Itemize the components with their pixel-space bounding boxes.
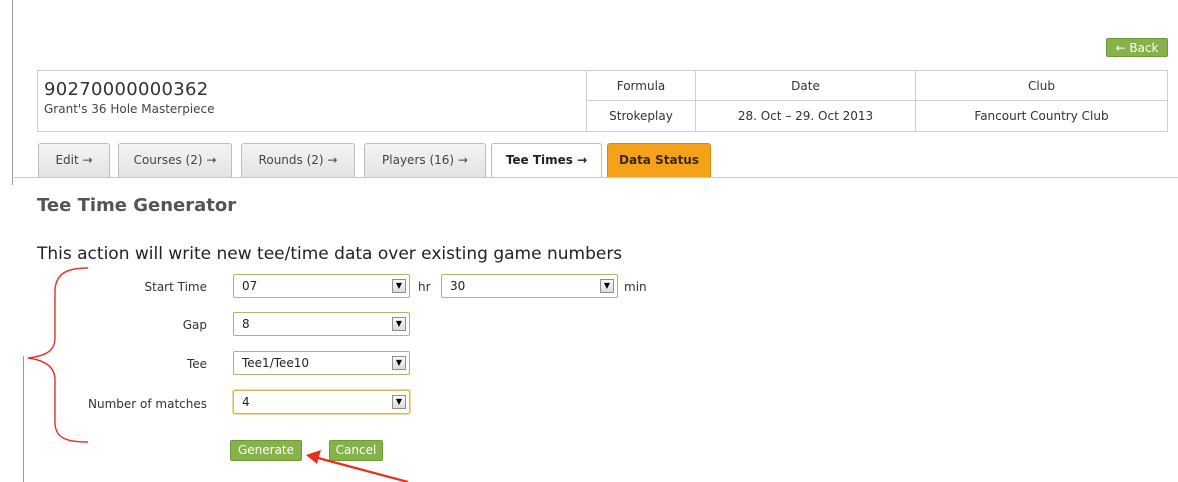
game-id: 90270000000362	[44, 79, 209, 100]
start-min-select[interactable]: 30 ▼	[441, 274, 618, 298]
formula-value: Strokeplay	[586, 100, 696, 132]
dropdown-arrow-icon[interactable]: ▼	[600, 279, 614, 293]
formula-header: Formula	[586, 70, 696, 101]
tabs-divider	[12, 177, 1178, 178]
gap-label: Gap	[182, 318, 207, 332]
dropdown-arrow-icon[interactable]: ▼	[392, 279, 406, 293]
dropdown-arrow-icon[interactable]: ▼	[392, 395, 406, 409]
tab-edit[interactable]: Edit →	[38, 143, 110, 177]
tab-rounds[interactable]: Rounds (2) →	[241, 143, 355, 177]
tab-courses[interactable]: Courses (2) →	[118, 143, 232, 177]
page-title: Tee Time Generator	[37, 195, 237, 216]
gap-value: 8	[242, 317, 250, 331]
matches-select[interactable]: 4 ▼	[233, 390, 410, 414]
tee-select[interactable]: Tee1/Tee10 ▼	[233, 351, 410, 375]
matches-label: Number of matches	[88, 397, 207, 411]
back-button[interactable]: ← Back	[1106, 38, 1168, 57]
left-border-line-lower	[23, 356, 24, 482]
annotation-brace-icon	[27, 267, 89, 443]
club-header: Club	[915, 70, 1168, 101]
cancel-button[interactable]: Cancel	[329, 440, 383, 461]
tab-data-status[interactable]: Data Status	[607, 143, 711, 177]
date-header: Date	[695, 70, 916, 101]
game-id-cell: 90270000000362 Grant's 36 Hole Masterpie…	[37, 70, 587, 132]
tab-players[interactable]: Players (16) →	[364, 143, 486, 177]
hr-unit: hr	[418, 280, 431, 294]
matches-value: 4	[242, 395, 250, 409]
start-min-value: 30	[450, 279, 466, 293]
tee-value: Tee1/Tee10	[242, 356, 310, 370]
annotation-arrow-head-icon	[306, 450, 321, 464]
dropdown-arrow-icon[interactable]: ▼	[392, 317, 406, 331]
start-time-label: Start Time	[144, 280, 208, 294]
game-name: Grant's 36 Hole Masterpiece	[44, 102, 215, 116]
game-info-table: 90270000000362 Grant's 36 Hole Masterpie…	[37, 70, 1168, 132]
left-border-line	[12, 0, 13, 185]
tab-tee-times[interactable]: Tee Times →	[491, 143, 602, 178]
start-hour-select[interactable]: 07 ▼	[233, 274, 410, 298]
gap-select[interactable]: 8 ▼	[233, 312, 410, 336]
tee-label: Tee	[186, 357, 207, 371]
dropdown-arrow-icon[interactable]: ▼	[392, 356, 406, 370]
date-value: 28. Oct – 29. Oct 2013	[695, 100, 916, 132]
generate-button[interactable]: Generate	[230, 440, 302, 461]
club-value: Fancourt Country Club	[915, 100, 1168, 132]
warning-text: This action will write new tee/time data…	[37, 244, 623, 264]
min-unit: min	[624, 280, 647, 294]
annotation-arrow-shaft	[317, 456, 409, 482]
start-hour-value: 07	[242, 279, 258, 293]
